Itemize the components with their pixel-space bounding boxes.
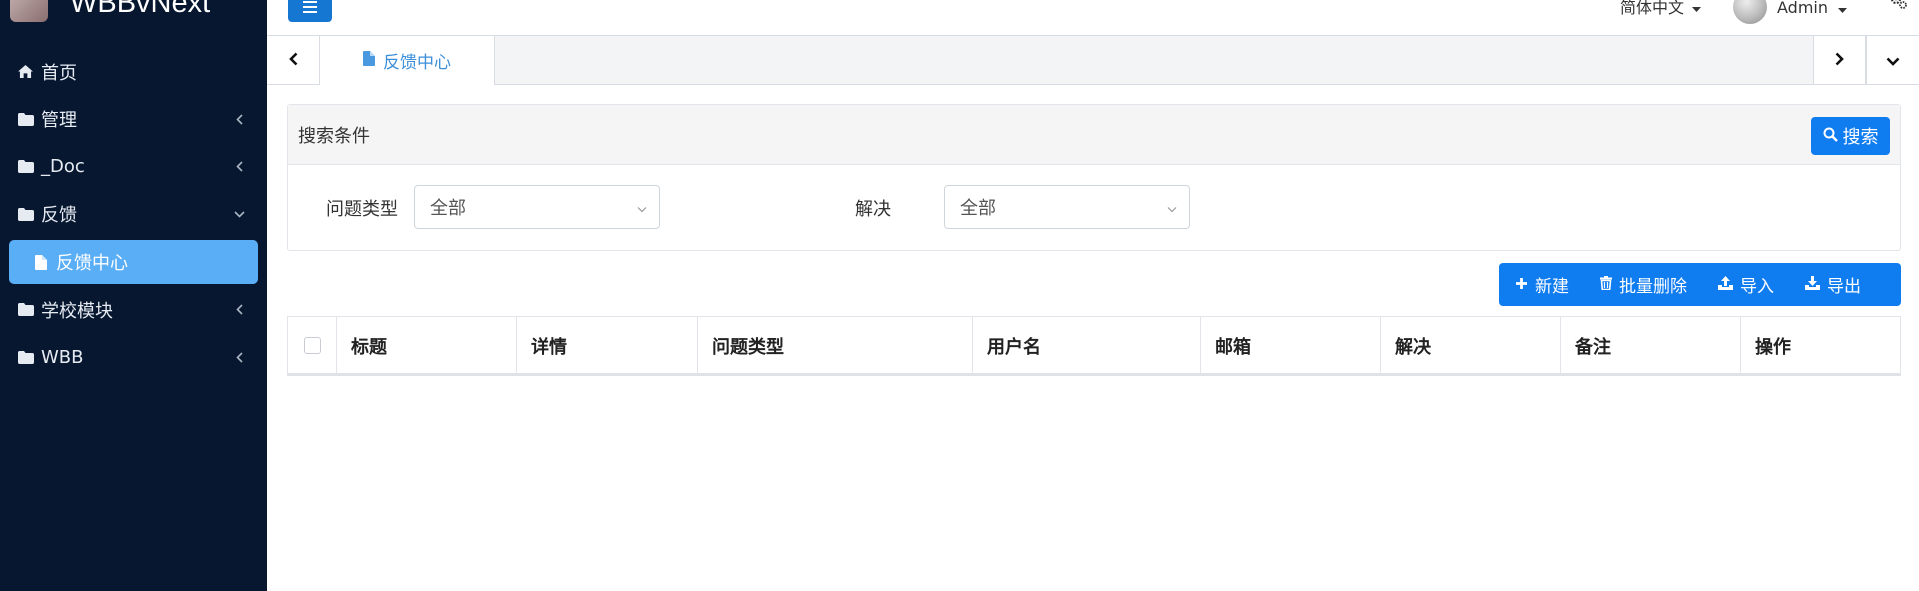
sidebar-item-label: WBB [41,346,84,368]
chevron-down-icon [637,197,647,218]
batch-delete-button[interactable]: 批量删除 [1600,263,1687,306]
chevron-down-icon [233,208,245,220]
export-label: 导出 [1827,277,1861,297]
app-name: WBBvNext [70,0,211,19]
export-button[interactable]: 导出 [1805,263,1861,306]
sidebar-item-doc[interactable]: _Doc [0,143,267,191]
sidebar-item-school[interactable]: 学校模块 [0,286,267,334]
sidebar-item-label: 首页 [41,62,77,84]
sidebar-item-home[interactable]: 首页 [0,48,267,96]
import-label: 导入 [1740,277,1774,297]
folder-icon [17,350,34,364]
new-button[interactable]: 新建 [1515,263,1569,306]
search-button[interactable]: 搜索 [1811,117,1890,155]
new-button-label: 新建 [1535,277,1569,297]
folder-icon [17,303,34,317]
feedback-table: 标题 详情 问题类型 用户名 邮箱 解决 备注 操作 [287,316,1901,376]
sidebar-item-admin[interactable]: 管理 [0,96,267,144]
sidebar: WBBvNext 首页 管理 _Doc 反馈 反馈中心 学校模块 WBB [0,0,267,591]
language-label: 简体中文 [1619,0,1684,17]
upload-icon [1718,275,1733,295]
search-icon [1823,126,1838,147]
resolved-value: 全部 [960,198,996,219]
tabs-bar: 反馈中心 [267,36,1919,85]
settings-button[interactable] [1889,0,1909,14]
sidebar-item-label: 学校模块 [41,300,113,322]
issue-type-select[interactable]: 全部 [414,185,660,229]
column-header-details[interactable]: 详情 [517,317,698,374]
folder-icon [17,160,34,174]
sidebar-item-wbb[interactable]: WBB [0,334,267,382]
caret-down-icon [1692,0,1701,16]
search-panel-title: 搜索条件 [298,125,370,147]
home-icon [17,65,34,79]
issue-type-value: 全部 [430,198,466,219]
language-dropdown[interactable]: 简体中文 [1620,0,1701,18]
folder-icon [17,207,34,221]
select-all-header [288,317,337,374]
tab-menu-dropdown-button[interactable] [1866,36,1919,84]
issue-type-label: 问题类型 [326,199,398,220]
column-header-issue-type[interactable]: 问题类型 [698,317,973,374]
trash-icon [1600,275,1612,295]
tab-scroll-right-button[interactable] [1813,36,1866,84]
column-header-resolved[interactable]: 解决 [1381,317,1561,374]
download-icon [1805,275,1820,295]
file-icon [363,50,375,71]
sidebar-item-label: 管理 [41,110,77,132]
sidebar-item-feedback[interactable]: 反馈 [0,191,267,239]
column-header-actions: 操作 [1755,336,1791,358]
chevron-left-icon [233,304,245,316]
tab-feedback-center[interactable]: 反馈中心 [320,36,495,85]
search-button-label: 搜索 [1842,127,1879,148]
chevron-left-icon [233,351,245,363]
sidebar-menu: 首页 管理 _Doc 反馈 反馈中心 学校模块 WBB [0,48,267,381]
action-button-group: 新建 批量删除 导入 导出 [1499,263,1901,306]
sidebar-item-label: _Doc [41,156,85,178]
search-panel: 搜索条件 搜索 问题类型 全部 解决 全部 [287,104,1901,251]
gears-icon [1889,0,1909,14]
column-header-email[interactable]: 邮箱 [1201,317,1381,374]
resolved-select[interactable]: 全部 [944,185,1190,229]
sidebar-item-label: 反馈中心 [56,253,128,274]
column-header-remark[interactable]: 备注 [1561,317,1741,374]
tab-label: 反馈中心 [383,53,451,73]
chevron-down-icon [1167,197,1177,218]
topbar: 简体中文 Admin [267,0,1919,36]
import-button[interactable]: 导入 [1718,263,1774,306]
column-header-username[interactable]: 用户名 [973,317,1201,374]
chevron-right-icon [1835,51,1844,70]
folder-icon [17,112,34,126]
sidebar-item-label: 反馈 [41,205,77,227]
sidebar-item-feedback-center[interactable]: 反馈中心 [9,240,258,284]
file-icon [32,254,49,270]
column-header-title[interactable]: 标题 [337,317,517,374]
chevron-down-icon [1886,51,1900,70]
sidebar-toggle-button[interactable] [288,0,332,22]
brand[interactable]: WBBvNext [0,0,267,28]
resolved-label: 解决 [855,199,891,220]
select-all-checkbox[interactable] [303,337,321,354]
menu-icon [303,0,317,17]
plus-icon [1515,275,1528,295]
caret-down-icon [1838,0,1847,17]
tab-scroll-left-button[interactable] [267,36,320,84]
user-name: Admin [1777,0,1828,17]
search-panel-header: 搜索条件 [288,105,1900,165]
batch-delete-label: 批量删除 [1619,277,1687,297]
app-logo [10,0,48,22]
chevron-left-icon [233,113,245,125]
user-menu[interactable]: Admin [1733,0,1847,24]
chevron-left-icon [288,51,298,70]
avatar [1733,0,1767,24]
chevron-left-icon [233,161,245,173]
